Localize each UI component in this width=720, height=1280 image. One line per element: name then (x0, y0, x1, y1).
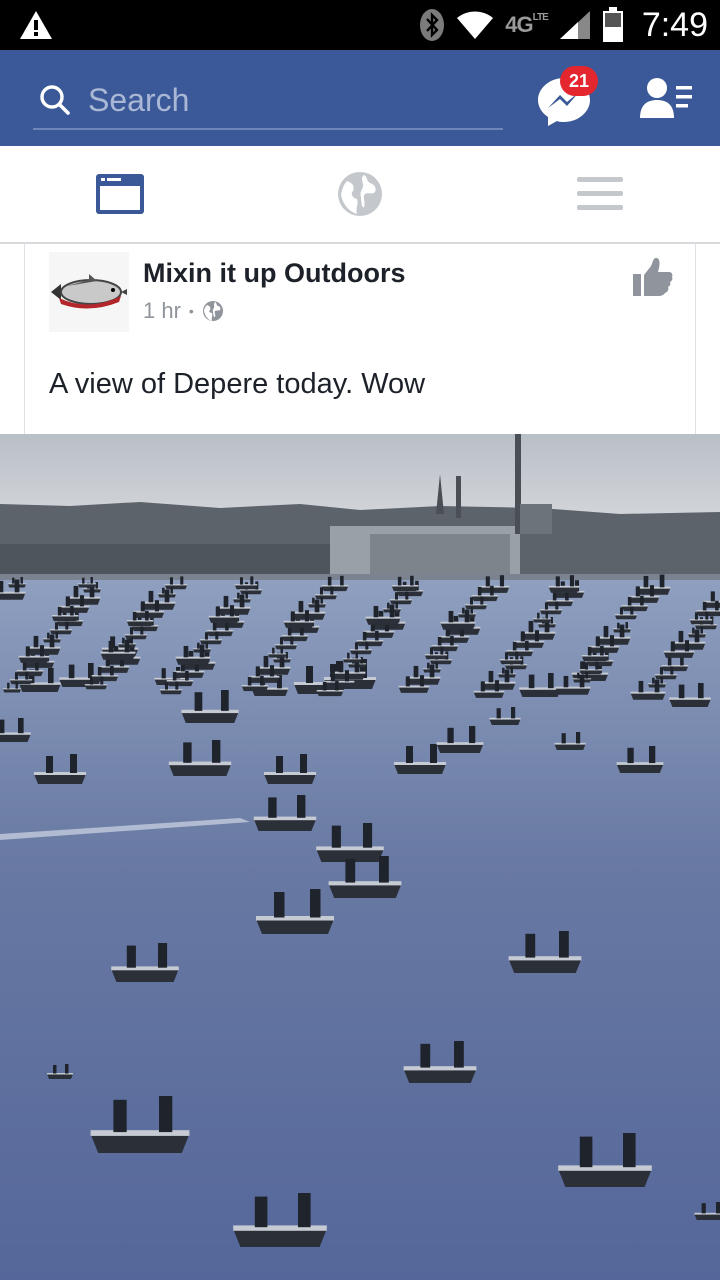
post-photo[interactable] (0, 434, 720, 1280)
page-logo (51, 274, 127, 309)
post-time[interactable]: 1 hr (143, 298, 181, 324)
bluetooth-icon (420, 9, 445, 41)
avatar[interactable] (49, 252, 129, 332)
tab-news-feed[interactable] (0, 146, 240, 242)
post-author[interactable]: Mixin it up Outdoors (143, 258, 405, 289)
public-globe-icon (202, 301, 223, 321)
tab-notifications[interactable] (240, 146, 480, 242)
search-input[interactable]: Search (33, 74, 503, 130)
search-placeholder: Search (88, 82, 190, 118)
app-header: Search 21 (0, 50, 720, 146)
tab-bar (0, 146, 720, 244)
river-boats-photo (0, 434, 720, 1280)
wifi-icon (457, 11, 494, 39)
messages-badge: 21 (560, 66, 598, 96)
signal-icon (559, 11, 590, 39)
like-icon[interactable] (631, 256, 673, 298)
news-feed-icon (96, 174, 144, 214)
post-meta: 1 hr • (143, 298, 224, 324)
network-type: 4GLTE (505, 12, 549, 37)
tab-more[interactable] (480, 146, 720, 242)
warning-icon (20, 11, 52, 39)
globe-icon (338, 172, 382, 216)
status-icons: 4GLTE 7:49 (419, 0, 720, 50)
menu-icon (577, 177, 623, 210)
post-text: A view of Depere today. Wow (49, 368, 426, 400)
search-icon (40, 85, 70, 115)
status-bar: 4GLTE 7:49 (0, 0, 720, 50)
clock: 7:49 (641, 5, 708, 44)
friend-requests-icon[interactable] (638, 74, 694, 122)
battery-icon (602, 7, 623, 42)
feed-post: Mixin it up Outdoors 1 hr • A view of De… (24, 244, 696, 434)
meta-separator: • (188, 303, 194, 319)
